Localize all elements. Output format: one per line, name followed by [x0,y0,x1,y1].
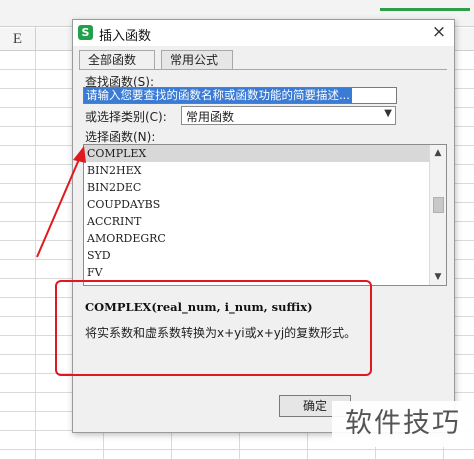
function-list-item[interactable]: FV [84,264,429,281]
function-list-scrollbar[interactable]: ▲ ▼ [429,145,446,285]
toolbar-accent-strip [380,8,470,11]
app-logo-icon: S [78,25,93,40]
category-label: 或选择类别(C): [85,110,167,124]
select-function-label: 选择函数(N): [85,130,156,144]
scroll-up-icon[interactable]: ▲ [430,145,446,161]
function-list-item[interactable]: BIN2DEC [84,179,429,196]
dialog-titlebar[interactable]: S 插入函数 × [73,20,454,46]
function-list-item[interactable]: AMORDEGRC [84,230,429,247]
watermark: 软件技巧 [332,401,474,447]
search-function-input[interactable]: 请输入您要查找的函数名称或函数功能的简要描述... [83,87,397,104]
dropdown-arrow-icon[interactable]: ▼ [384,108,392,119]
function-list-item[interactable]: COUPDAYBS [84,196,429,213]
category-select[interactable]: 常用函数 ▼ [181,106,396,125]
function-list-item[interactable]: COMPLEX [84,145,429,162]
search-input-selected-text: 请输入您要查找的函数名称或函数功能的简要描述... [84,88,352,103]
function-list-item[interactable]: ACCRINT [84,213,429,230]
tab-all-functions[interactable]: 全部函数 [79,50,155,70]
tab-common-formulas[interactable]: 常用公式 [161,50,233,69]
tab-panel-divider [79,69,447,70]
function-list[interactable]: COMPLEX BIN2HEX BIN2DEC COUPDAYBS ACCRIN… [83,144,447,286]
scroll-down-icon[interactable]: ▼ [430,269,446,285]
category-selected-value: 常用函数 [186,110,235,124]
column-header-e[interactable]: E [0,28,36,50]
dialog-title: 插入函数 [99,29,152,44]
close-icon[interactable]: × [430,23,448,41]
scrollbar-thumb[interactable] [433,197,444,213]
annotation-highlight-box [55,280,372,376]
screen: E S 插入函数 × 全部函数 常用公式 查找函数(S): 请输入您要查找的函数… [0,0,474,459]
function-list-item[interactable]: SYD [84,247,429,264]
function-list-item[interactable]: BIN2HEX [84,162,429,179]
